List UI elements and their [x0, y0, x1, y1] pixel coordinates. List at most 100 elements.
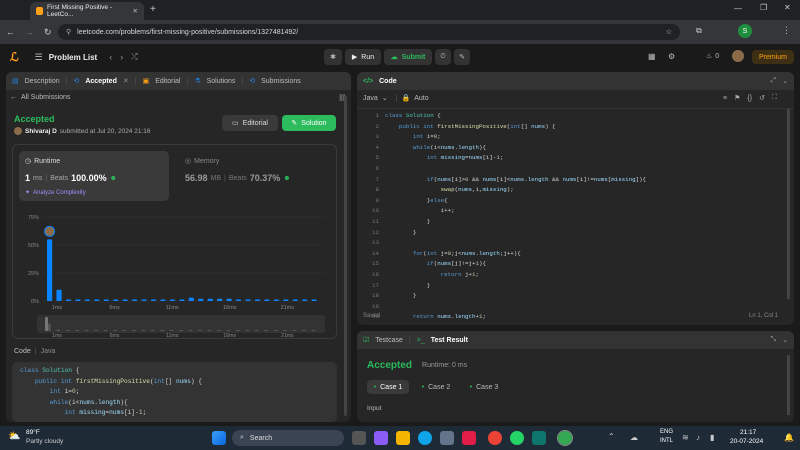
maximize-icon[interactable]: ❐: [760, 3, 767, 12]
task-view-icon[interactable]: [352, 431, 366, 445]
test-scrollbar[interactable]: [787, 355, 790, 415]
taskbar-search[interactable]: ⌕ Search: [232, 430, 344, 446]
timer-icon[interactable]: ⏲: [435, 49, 451, 65]
battery-icon[interactable]: ▮: [710, 433, 714, 442]
fullscreen-icon[interactable]: ⛶: [772, 94, 777, 102]
reset-icon[interactable]: ↺: [759, 94, 765, 102]
code-tab-title[interactable]: Code: [379, 78, 397, 85]
forward-icon[interactable]: →: [25, 27, 34, 37]
tab-accepted[interactable]: Accepted: [85, 78, 117, 85]
editor-scrollbar[interactable]: [787, 109, 790, 299]
user-avatar[interactable]: [732, 50, 744, 62]
code-section-lang: Java: [40, 348, 56, 355]
office-app-icon[interactable]: [462, 431, 476, 445]
expand-icon[interactable]: ⤢: [771, 77, 777, 85]
clock-date[interactable]: 20-07-2024: [730, 438, 763, 445]
list-icon[interactable]: ☰: [35, 52, 43, 63]
edge-browser-icon[interactable]: [418, 431, 432, 445]
submitter-name[interactable]: Shivaraj D: [25, 128, 57, 135]
range-tick-label: 1ms: [52, 333, 62, 337]
wifi-icon[interactable]: ≋: [682, 433, 689, 442]
tab-submissions[interactable]: Submissions: [261, 78, 301, 85]
chrome-icon[interactable]: [488, 431, 502, 445]
close-tab-accepted-icon[interactable]: ✕: [123, 77, 129, 85]
tab-solutions[interactable]: Solutions: [207, 78, 236, 85]
editor-code[interactable]: class Solution { public int firstMissing…: [385, 111, 646, 325]
all-submissions-link[interactable]: ← All Submissions: [10, 94, 70, 101]
case-1-tab[interactable]: • Case 1: [367, 380, 409, 394]
left-scrollbar[interactable]: [344, 96, 347, 416]
settings-gear-icon[interactable]: ⚙: [668, 52, 675, 61]
editorial-button[interactable]: ▭ Editorial: [222, 115, 278, 131]
memory-box[interactable]: ◎ Memory 56.98 MB | Beats 70.37% ☻: [179, 151, 329, 201]
clock-time[interactable]: 21:17: [740, 429, 756, 436]
runtime-distribution-chart[interactable]: 75% 50% 25% 0% 1ms 6ms 11ms 16ms 21ms 1ms 6ms 11ms 1…: [13, 205, 338, 337]
debug-icon[interactable]: ✱: [324, 49, 342, 65]
tab-test-result[interactable]: Test Result: [431, 337, 468, 344]
problem-list-link[interactable]: Problem List: [49, 53, 97, 62]
runtime-box[interactable]: ◷ Runtime 1 ms | Beats 100.00% ☻ ✦ Analyze…: [19, 151, 169, 201]
back-icon[interactable]: ←: [6, 27, 15, 37]
format-icon[interactable]: ≡: [723, 95, 727, 102]
weather-icon[interactable]: ⛅: [8, 431, 20, 442]
tab-editorial[interactable]: Editorial: [155, 78, 180, 85]
language-select[interactable]: Java: [363, 95, 378, 102]
store-icon[interactable]: [440, 431, 454, 445]
tab-description[interactable]: Description: [25, 78, 60, 85]
app-icon[interactable]: [532, 431, 546, 445]
whatsapp-icon[interactable]: [510, 431, 524, 445]
streak-counter[interactable]: ♨ 0: [706, 52, 719, 61]
lang-eng[interactable]: ENG: [660, 429, 673, 435]
tab-testcase[interactable]: Testcase: [375, 337, 403, 344]
notes-icon[interactable]: ✎: [454, 49, 470, 65]
prev-problem-icon[interactable]: ‹: [109, 52, 112, 62]
bookmark-star-icon[interactable]: ☆: [666, 28, 672, 36]
browser-tab[interactable]: First Missing Positive - LeetCo... ✕: [30, 2, 144, 20]
volume-icon[interactable]: ♪: [696, 433, 700, 442]
layout-icon[interactable]: ▦: [648, 52, 656, 61]
editor-body[interactable]: 123456789101112131415161718192021 class …: [357, 108, 794, 325]
case-3-tab[interactable]: • Case 3: [463, 380, 505, 394]
browser-menu-icon[interactable]: ⋮: [782, 25, 791, 36]
leetcode-logo-icon[interactable]: ℒ: [10, 50, 19, 64]
profile-avatar[interactable]: S: [738, 24, 752, 38]
braces-icon[interactable]: {}: [747, 95, 752, 102]
collapse-icon[interactable]: ⤡: [771, 336, 777, 344]
windows-start-icon[interactable]: [212, 431, 226, 445]
bookmark-icon[interactable]: ⚑: [734, 94, 740, 102]
close-tab-icon[interactable]: ✕: [133, 7, 138, 15]
extensions-icon[interactable]: ⧉: [696, 26, 702, 36]
notification-bell-icon[interactable]: 🔔: [784, 433, 794, 442]
chrome-active-icon[interactable]: [557, 430, 573, 446]
run-button[interactable]: ▶ Run: [345, 49, 381, 65]
line-number: 5: [375, 154, 379, 162]
chat-app-icon[interactable]: [374, 431, 388, 445]
test-status: Accepted: [367, 360, 413, 371]
analyze-complexity-link[interactable]: ✦ Analyze Complexity: [25, 189, 86, 197]
weather-desc[interactable]: Partly cloudy: [26, 438, 63, 445]
lock-icon: 🔒: [401, 95, 411, 102]
close-window-icon[interactable]: ✕: [784, 3, 791, 12]
reload-icon[interactable]: ↻: [44, 27, 52, 38]
submit-button[interactable]: ☁ Submit: [384, 49, 432, 65]
site-info-icon[interactable]: ⚲: [66, 28, 71, 36]
test-panel-menu-icon[interactable]: ⌄: [782, 336, 788, 344]
range-mini-bar: [75, 330, 79, 331]
chart-bar: [94, 299, 100, 301]
auto-mode[interactable]: Auto: [414, 95, 428, 102]
next-problem-icon[interactable]: ›: [120, 52, 123, 62]
panel-menu-icon[interactable]: ⌄: [782, 77, 788, 85]
minimize-icon[interactable]: —: [734, 4, 742, 13]
weather-temp[interactable]: 89°F: [26, 429, 40, 436]
tray-chevron-icon[interactable]: ⌃: [608, 432, 615, 441]
shuffle-icon[interactable]: ⤮: [131, 52, 137, 62]
address-bar[interactable]: ⚲ leetcode.com/problems/first-missing-po…: [58, 24, 680, 40]
solution-button[interactable]: ✎ Solution: [282, 115, 336, 131]
y-tick-label: 75%: [28, 215, 39, 221]
lang-intl[interactable]: INTL: [660, 438, 673, 444]
file-explorer-icon[interactable]: [396, 431, 410, 445]
new-tab-icon[interactable]: +: [150, 4, 156, 15]
case-2-tab[interactable]: • Case 2: [415, 380, 457, 394]
premium-button[interactable]: Premium: [752, 50, 794, 64]
onedrive-cloud-icon[interactable]: ☁: [630, 433, 638, 442]
